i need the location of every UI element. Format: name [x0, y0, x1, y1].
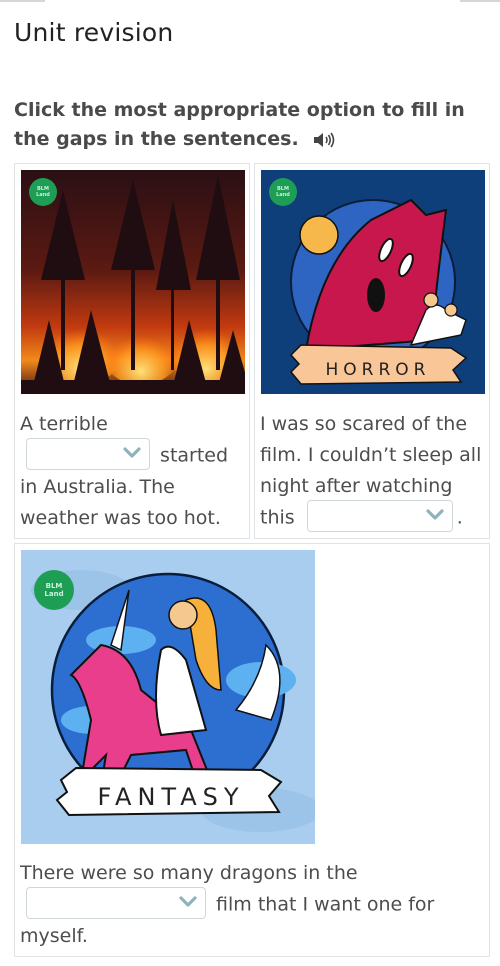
blm-land-logo: BLM Land	[34, 570, 74, 610]
speaker-icon[interactable]	[313, 129, 335, 147]
chevron-down-icon	[426, 509, 444, 520]
top-bar-edge	[460, 0, 500, 2]
blm-land-logo: BLM Land	[29, 178, 57, 206]
sentence-2: I was so scared of the film. I couldn’t …	[260, 409, 488, 534]
chevron-down-icon	[179, 896, 197, 907]
chevron-down-icon	[123, 447, 141, 458]
logo-text: Land	[44, 590, 64, 598]
horror-caption: HORROR	[326, 360, 431, 380]
question-card-3: FANTASY BLM Land There were so many drag…	[14, 543, 490, 957]
horror-image: HORROR BLM Land	[261, 170, 485, 394]
fantasy-image: FANTASY BLM Land	[21, 550, 315, 844]
instruction-label: Click the most appropriate option to fil…	[14, 99, 465, 150]
sentence-3: There were so many dragons in the film t…	[20, 858, 480, 952]
sentence-text: A terrible	[20, 413, 108, 435]
top-bar-edge	[0, 0, 45, 2]
sentence-1: A terrible started in Australia. The wea…	[20, 409, 248, 534]
sentence-text: .	[456, 506, 463, 529]
instruction-text: Click the most appropriate option to fil…	[14, 96, 484, 154]
forest-fire-image: BLM Land	[21, 170, 245, 394]
page-title: Unit revision	[14, 18, 174, 47]
sentence-text: There were so many dragons in the	[20, 862, 358, 884]
fantasy-caption: FANTASY	[97, 783, 244, 811]
blm-land-logo: BLM Land	[269, 178, 297, 206]
gap-dropdown-3[interactable]	[26, 887, 206, 919]
gap-dropdown-2[interactable]	[306, 500, 453, 532]
question-card-1: BLM Land A terrible started in Australia…	[14, 163, 250, 539]
question-card-2: HORROR BLM Land I was so scared of the f…	[254, 163, 490, 539]
logo-text: Land	[36, 192, 50, 198]
logo-text: Land	[276, 192, 290, 198]
gap-dropdown-1[interactable]	[26, 438, 150, 470]
logo-text: BLM	[45, 582, 63, 590]
